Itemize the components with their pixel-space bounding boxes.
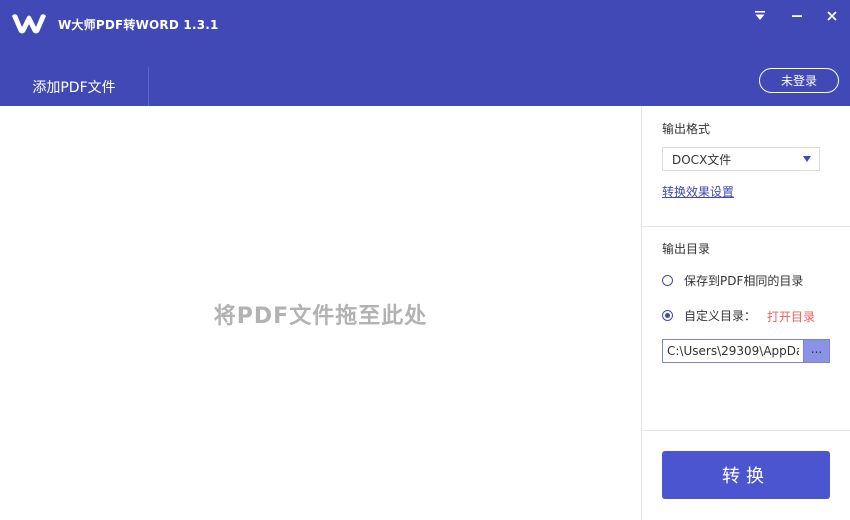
output-format-label: 输出格式 (662, 122, 711, 136)
output-dir-label: 输出目录 (662, 242, 711, 256)
output-format-value: DOCX文件 (672, 152, 732, 167)
tab-divider (148, 67, 149, 106)
drop-hint-text: 将PDF文件拖至此处 (213, 304, 428, 329)
browse-button[interactable]: ... (803, 339, 830, 363)
open-dir-link[interactable]: 打开目录 (767, 308, 815, 325)
output-format-select[interactable]: DOCX文件 (662, 147, 820, 171)
radio-checked-icon (662, 309, 673, 321)
radio-unchecked-icon (662, 274, 673, 286)
radio-same-dir-label: 保存到PDF相同的目录 (684, 273, 804, 288)
title-bar: W大师PDF转WORD 1.3.1 添加PDF文件 未登录 (0, 0, 850, 106)
minimize-icon[interactable] (787, 6, 807, 26)
chevron-down-icon (803, 156, 811, 162)
settings-panel: 输出格式 DOCX文件 转换效果设置 输出目录 保存到PDF相同的目录 自定义目… (642, 106, 850, 520)
radio-custom-dir[interactable]: 自定义目录： (662, 306, 756, 324)
output-path-input[interactable] (662, 339, 804, 363)
app-title: W大师PDF转WORD 1.3.1 (58, 18, 219, 32)
conversion-settings-link[interactable]: 转换效果设置 (662, 183, 734, 200)
close-icon[interactable] (822, 6, 842, 26)
app-logo-icon (10, 12, 48, 36)
pdf-drop-zone[interactable]: 将PDF文件拖至此处 (0, 106, 641, 520)
dropdown-menu-icon[interactable] (750, 6, 770, 26)
radio-same-dir[interactable]: 保存到PDF相同的目录 (662, 271, 803, 289)
section-divider (642, 226, 850, 227)
section-divider (642, 430, 850, 431)
radio-custom-dir-label: 自定义目录： (684, 308, 757, 323)
login-button[interactable]: 未登录 (759, 68, 839, 93)
convert-button[interactable]: 转换 (662, 451, 830, 499)
add-pdf-tab[interactable]: 添加PDF文件 (0, 67, 148, 106)
